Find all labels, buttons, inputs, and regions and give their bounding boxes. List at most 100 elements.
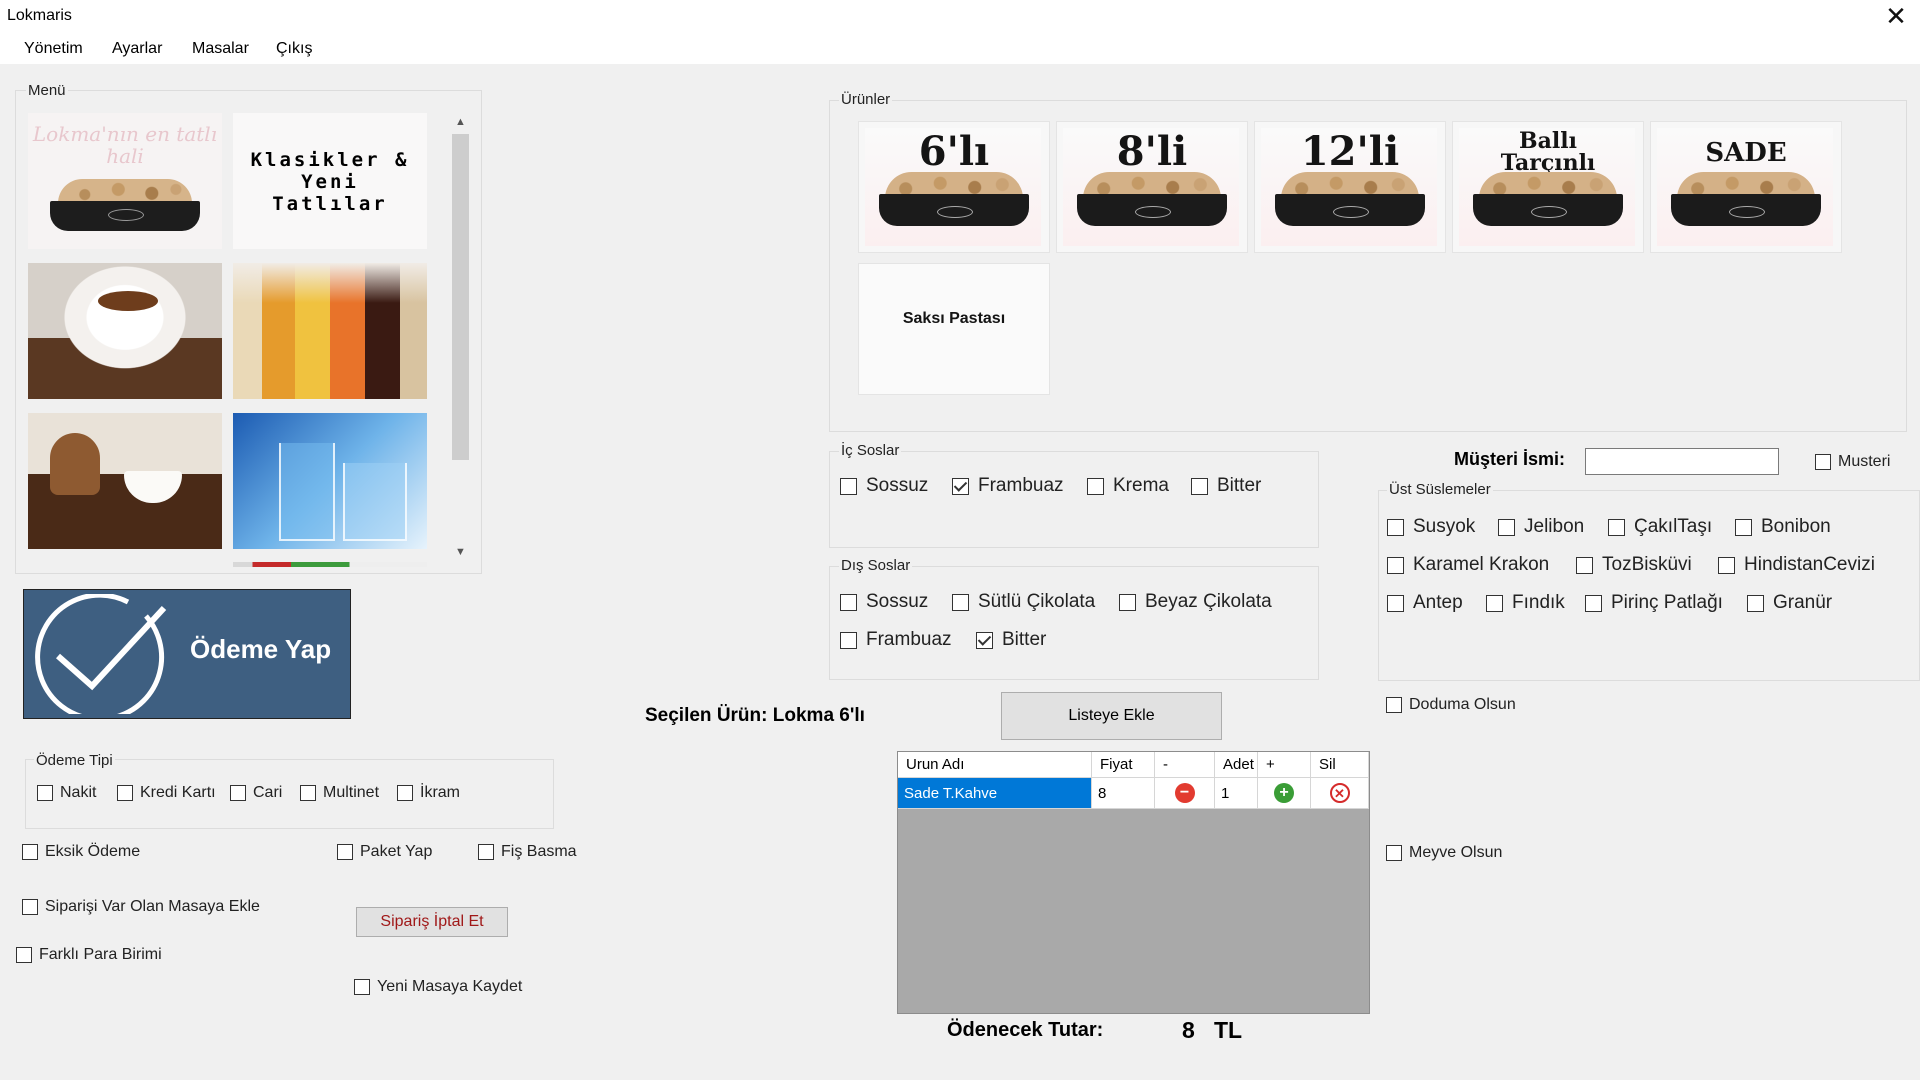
inner-krema-checkbox[interactable]: Krema [1087,475,1169,497]
inner-frambuaz-checkbox[interactable]: Frambuaz [952,475,1064,497]
grid-cell-plus[interactable]: + [1258,778,1311,809]
checkbox-label: Meyve Olsun [1409,844,1503,861]
inner-bitter-checkbox[interactable]: Bitter [1191,475,1261,497]
checkbox-box [1815,454,1831,470]
close-icon[interactable]: ✕ [1872,0,1920,32]
fis-basma-checkbox[interactable]: Fiş Basma [478,843,577,861]
menu-yonetim[interactable]: Yönetim [24,40,83,58]
product-12li[interactable]: 12'li [1254,121,1446,253]
topping-susyok-checkbox[interactable]: Susyok [1387,516,1475,538]
topping-hindistancevizi-checkbox[interactable]: HindistanCevizi [1718,554,1875,576]
payment-cari-checkbox[interactable]: Cari [230,784,282,802]
checkbox-label: Paket Yap [360,843,433,860]
outer-frambuaz-checkbox[interactable]: Frambuaz [840,629,952,651]
outer-beyaz-cikolata-checkbox[interactable]: Beyaz Çikolata [1119,591,1272,613]
menu-ayarlar[interactable]: Ayarlar [112,40,162,58]
checkbox-label: Jelibon [1524,516,1585,537]
checkbox-label: Cari [253,784,283,801]
grid-header-fiyat[interactable]: Fiyat [1092,752,1155,778]
siparisi-masaya-ekle-checkbox[interactable]: Siparişi Var Olan Masaya Ekle [22,898,260,916]
paket-yap-checkbox[interactable]: Paket Yap [337,843,432,861]
checkbox-box [1387,518,1404,536]
checkbox-label: Fındık [1512,592,1565,613]
logo-icon [1729,206,1765,218]
payment-kredi-karti-checkbox[interactable]: Kredi Kartı [117,784,216,802]
inner-sossuz-checkbox[interactable]: Sossuz [840,475,928,497]
topping-cakiltasi-checkbox[interactable]: ÇakılTaşı [1608,516,1712,538]
delete-icon[interactable]: ✕ [1329,783,1350,803]
checkbox-box [230,785,246,801]
checkbox-box [1191,477,1208,495]
menu-cikis[interactable]: Çıkış [276,40,312,58]
menu-tile-drinks[interactable] [233,263,427,399]
minus-icon[interactable]: − [1174,783,1195,803]
checkbox-box [22,844,38,860]
logo-icon [1135,206,1171,218]
outer-sossuz-checkbox[interactable]: Sossuz [840,591,928,613]
checkbox-box [976,631,993,649]
topping-tozbiskuvi-checkbox[interactable]: TozBisküvi [1576,554,1692,576]
grid-cell-adet[interactable]: 1 [1215,778,1258,809]
grid-header-sil[interactable]: Sil [1311,752,1369,778]
doduma-olsun-checkbox[interactable]: Doduma Olsun [1386,696,1516,714]
checkbox-box [117,785,133,801]
checkbox-box [22,899,38,915]
order-grid[interactable]: Urun Adı Fiyat - Adet + Sil Sade T.Kahve… [897,751,1370,1014]
product-balli-tarcinli[interactable]: Ballı Tarçınlı [1452,121,1644,253]
scroll-down-icon[interactable]: ▼ [455,546,466,558]
menu-scrollbar[interactable]: ▲ ▼ [450,110,470,566]
products-title: Ürünler [839,91,893,108]
menu-tile-coffee[interactable] [28,263,222,399]
product-saksi-pastasi[interactable]: Saksı Pastası [858,263,1050,395]
payment-nakit-checkbox[interactable]: Nakit [37,784,96,802]
customer-name-input[interactable] [1585,448,1779,475]
checkbox-label: Bitter [1217,475,1262,496]
topping-granur-checkbox[interactable]: Granür [1747,592,1832,614]
plus-icon[interactable]: + [1274,783,1294,803]
menu-masalar[interactable]: Masalar [192,40,249,58]
eksik-odeme-checkbox[interactable]: Eksik Ödeme [22,843,140,861]
grid-header-plus[interactable]: + [1258,752,1311,778]
topping-findik-checkbox[interactable]: Fındık [1486,592,1565,614]
grid-header-urun-adi[interactable]: Urun Adı [898,752,1092,778]
menu-tile-water[interactable] [233,413,427,549]
product-8li[interactable]: 8'li [1056,121,1248,253]
musteri-checkbox[interactable]: Musteri [1815,453,1890,471]
yeni-masaya-kaydet-checkbox[interactable]: Yeni Masaya Kaydet [354,978,522,996]
siparis-iptal-button[interactable]: Sipariş İptal Et [356,907,508,937]
product-sade[interactable]: SADE [1650,121,1842,253]
checkbox-label: Krema [1113,475,1169,496]
menu-tile-lokma[interactable]: Lokma'nın en tatlı hali [28,113,222,249]
payment-multinet-checkbox[interactable]: Multinet [300,784,379,802]
checkbox-box [1747,594,1764,612]
grid-cell-urun-adi[interactable]: Sade T.Kahve [898,778,1092,809]
checkbox-box [1386,845,1402,861]
checkbox-label: Bonibon [1761,516,1831,537]
menu-tile-klasikler[interactable]: Klasikler & Yeni Tatlılar [233,113,427,249]
outer-bitter-checkbox[interactable]: Bitter [976,629,1046,651]
topping-jelibon-checkbox[interactable]: Jelibon [1498,516,1584,538]
selected-product-label: Seçilen Ürün: [645,705,768,726]
meyve-olsun-checkbox[interactable]: Meyve Olsun [1386,844,1502,862]
grid-cell-sil[interactable]: ✕ [1311,778,1369,809]
grid-cell-minus[interactable]: − [1155,778,1215,809]
checkbox-label: Antep [1413,592,1463,613]
outer-sutlu-cikolata-checkbox[interactable]: Sütlü Çikolata [952,591,1095,613]
scroll-thumb[interactable] [452,134,469,460]
checkbox-label: Frambuaz [978,475,1064,496]
topping-bonibon-checkbox[interactable]: Bonibon [1735,516,1831,538]
topping-antep-checkbox[interactable]: Antep [1387,592,1463,614]
topping-karamel-krakon-checkbox[interactable]: Karamel Krakon [1387,554,1549,576]
farkli-para-birimi-checkbox[interactable]: Farklı Para Birimi [16,946,162,964]
grid-cell-fiyat[interactable]: 8 [1092,778,1155,809]
logo-icon [1531,206,1567,218]
grid-header-minus[interactable]: - [1155,752,1215,778]
listeye-ekle-button[interactable]: Listeye Ekle [1001,692,1222,740]
pay-button[interactable]: Ödeme Yap [23,589,351,719]
topping-pirinc-patlagi-checkbox[interactable]: Pirinç Patlağı [1585,592,1723,614]
product-6li[interactable]: 6'lı [858,121,1050,253]
scroll-up-icon[interactable]: ▲ [455,116,466,128]
grid-header-adet[interactable]: Adet [1215,752,1258,778]
menu-tile-turkish-coffee[interactable] [28,413,222,549]
payment-ikram-checkbox[interactable]: İkram [397,784,460,802]
